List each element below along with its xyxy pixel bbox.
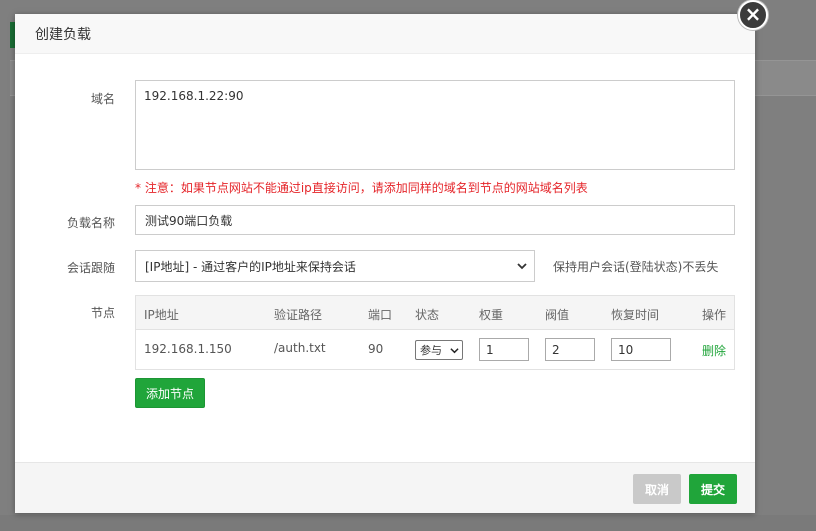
node-path: /auth.txt <box>274 341 326 355</box>
node-weight-input[interactable]: 1 <box>479 338 529 361</box>
node-status-value: 参与 <box>420 344 442 357</box>
session-label: 会话跟随 <box>66 261 115 275</box>
chevron-down-icon <box>517 263 527 270</box>
add-node-button[interactable]: 添加节点 <box>135 378 205 408</box>
col-action: 操作 <box>702 308 727 322</box>
chevron-down-icon <box>450 348 459 354</box>
node-port: 90 <box>368 342 384 356</box>
modal-footer: 取消 提交 <box>15 462 755 513</box>
nodes-table-header: IP地址 验证路径 端口 状态 权重 阀值 恢复时间 操作 <box>136 296 734 330</box>
create-load-modal: 创建负载 域名 192.168.1.22:90 * 注意：如果节点网站不能通过i… <box>15 14 755 513</box>
domain-textarea[interactable]: 192.168.1.22:90 <box>135 80 735 170</box>
delete-node-link[interactable]: 删除 <box>702 342 726 359</box>
node-recover-time-input[interactable]: 10 <box>611 338 671 361</box>
col-threshold: 阀值 <box>545 308 570 322</box>
col-port: 端口 <box>368 308 393 322</box>
nodes-table: IP地址 验证路径 端口 状态 权重 阀值 恢复时间 操作 192.168.1.… <box>135 295 735 370</box>
col-weight: 权重 <box>479 308 504 322</box>
node-threshold-input[interactable]: 2 <box>545 338 595 361</box>
load-name-input[interactable]: 测试90端口负载 <box>135 205 735 235</box>
session-selected-value: [IP地址] - 通过客户的IP地址来保持会话 <box>145 259 356 274</box>
modal-title: 创建负载 <box>35 26 91 43</box>
load-name-label: 负载名称 <box>66 216 115 230</box>
col-recover-time: 恢复时间 <box>611 308 660 322</box>
session-hint: 保持用户会话(登陆状态)不丢失 <box>553 260 719 274</box>
node-status-select[interactable]: 参与 <box>415 340 463 360</box>
domain-note: * 注意：如果节点网站不能通过ip直接访问，请添加同样的域名到节点的网站域名列表 <box>135 181 588 195</box>
submit-button[interactable]: 提交 <box>689 474 737 504</box>
node-ip: 192.168.1.150 <box>144 342 232 356</box>
close-icon[interactable]: × <box>738 0 768 30</box>
modal-header: 创建负载 <box>15 14 755 54</box>
col-status: 状态 <box>415 308 440 322</box>
session-select[interactable]: [IP地址] - 通过客户的IP地址来保持会话 <box>135 250 535 282</box>
domain-label: 域名 <box>90 92 115 106</box>
nodes-label: 节点 <box>90 306 115 320</box>
col-ip: IP地址 <box>144 308 179 322</box>
cancel-button[interactable]: 取消 <box>633 474 681 504</box>
background-footer <box>0 515 816 531</box>
table-row: 192.168.1.150 /auth.txt 90 参与 1 2 10 删除 <box>136 330 734 370</box>
col-path: 验证路径 <box>274 308 323 322</box>
